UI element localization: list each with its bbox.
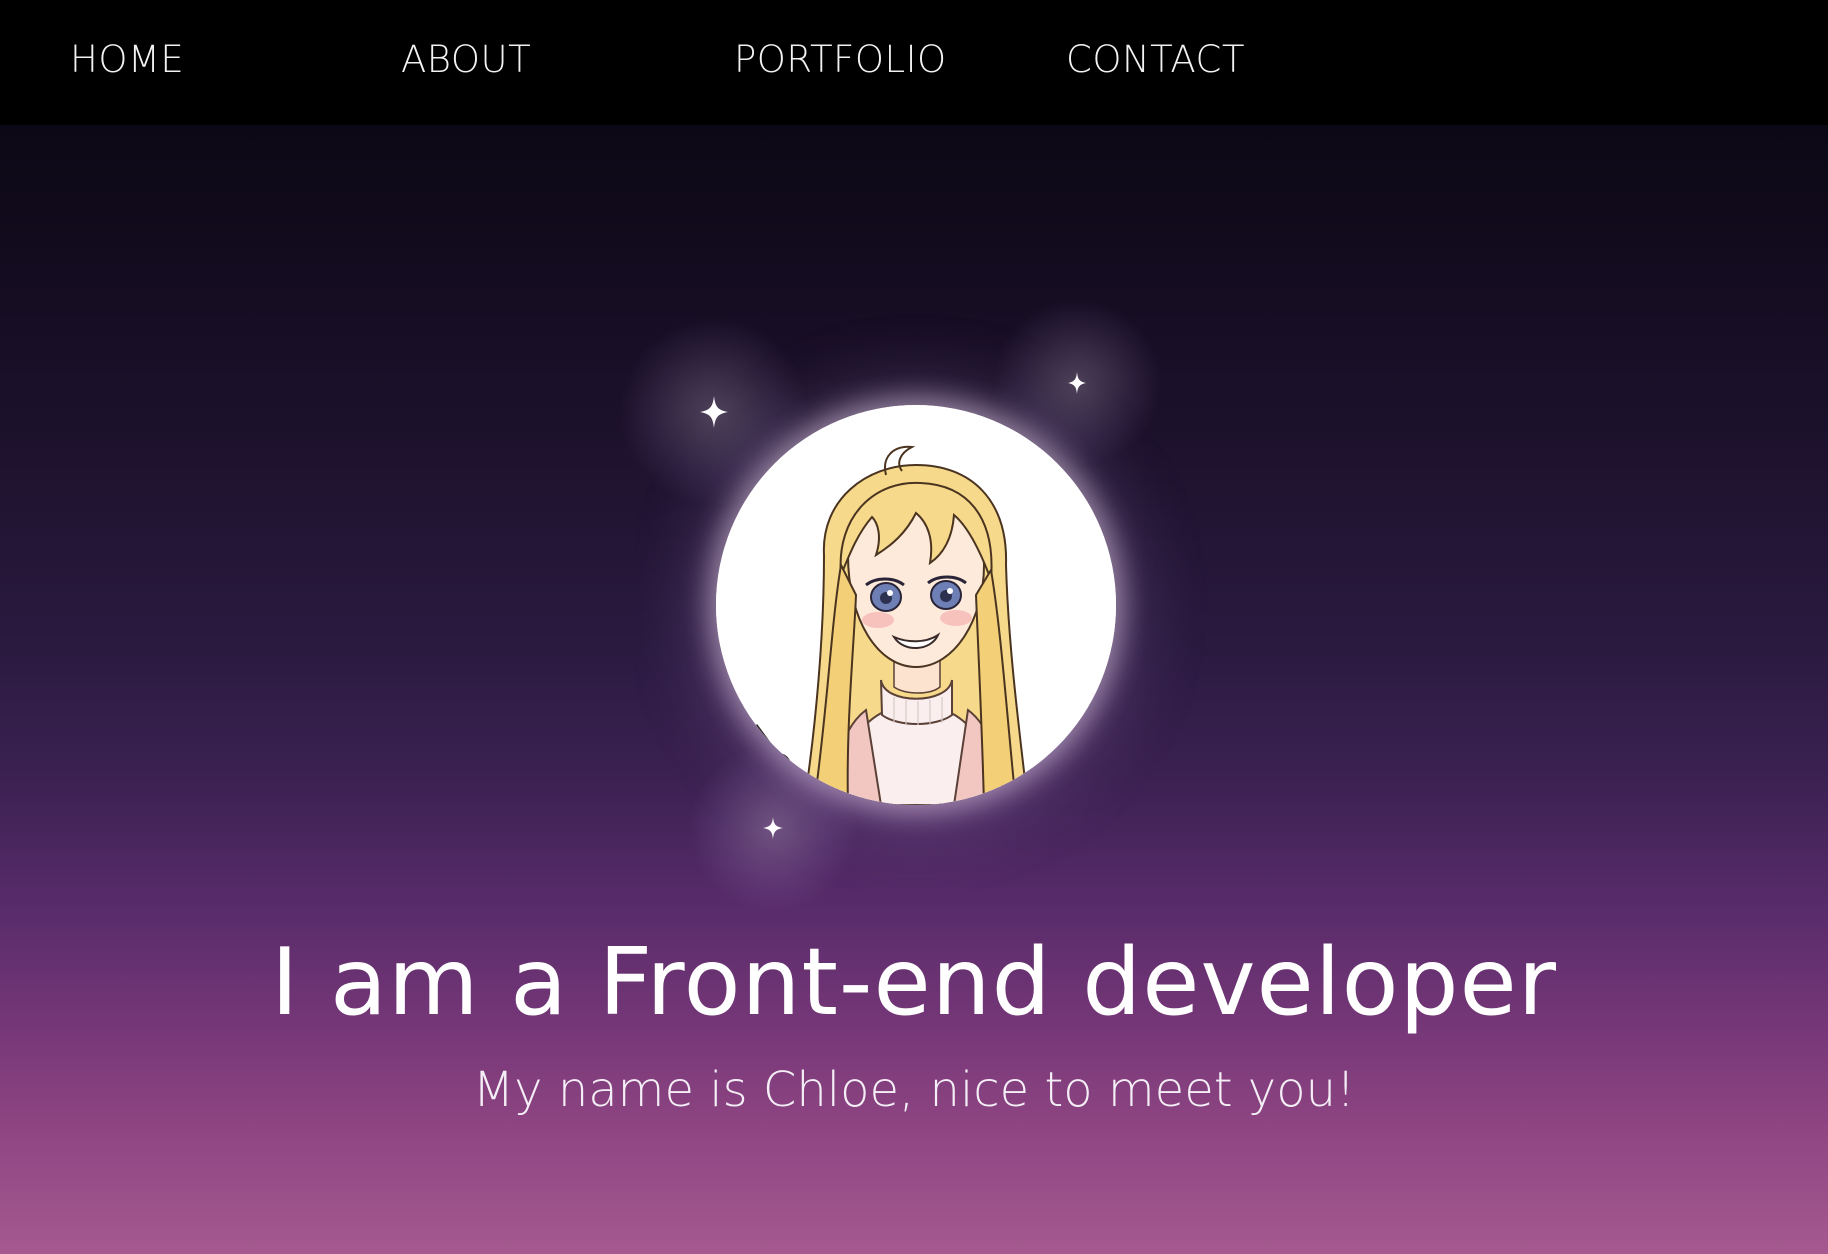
hero-section: I am a Front-end developer My name is Ch… (0, 0, 1828, 1254)
sparkle-icon (688, 743, 858, 913)
sparkle-icon (619, 317, 809, 507)
sparkle-icon (992, 298, 1162, 468)
hero-subline: My name is Chloe, nice to meet you! (472, 1062, 1356, 1118)
avatar (716, 405, 1116, 805)
avatar-illustration-icon (716, 405, 1116, 805)
hero-headline: I am a Front-end developer (271, 928, 1557, 1036)
